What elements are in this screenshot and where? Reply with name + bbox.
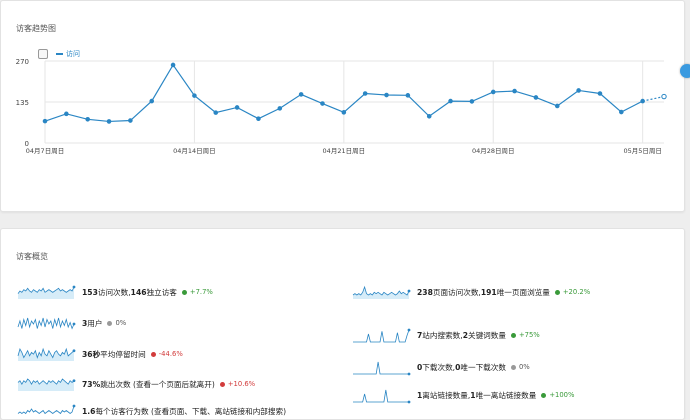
data-point[interactable]: [405, 93, 411, 98]
visitor-trend-chart[interactable]: 013527004月7日周日 04月14日周日 04月21日周日 04月28日周日 05…: [1, 1, 684, 211]
data-point[interactable]: [170, 62, 176, 68]
chart-grid: [44, 60, 664, 144]
metric-label-secondary: 唯一页面浏览量: [496, 287, 550, 297]
metric-label: 访问次数,: [97, 287, 131, 297]
side-tab-button[interactable]: [680, 64, 690, 78]
metric-label: 每个访客行为数 (查看页面、下载、离站链接和内部搜索): [95, 406, 287, 416]
overview-card-title: 访客概览: [16, 252, 48, 261]
data-point[interactable]: [597, 91, 603, 96]
trend-icon: [150, 351, 156, 357]
data-point[interactable]: [426, 113, 432, 119]
sparkline: [353, 328, 411, 343]
trend-icon: [554, 289, 560, 295]
metric-change: 0%: [518, 363, 530, 371]
sparkline: [352, 285, 411, 299]
data-point[interactable]: [554, 103, 560, 109]
data-point[interactable]: [85, 117, 90, 122]
data-point[interactable]: [512, 88, 517, 94]
data-point[interactable]: [277, 106, 283, 111]
metric-row[interactable]: 238 页面访问次数, 191 唯一页面浏览量 +20.2%: [351, 283, 590, 301]
metric-label: 页面访问次数,: [432, 287, 481, 297]
metric-label-secondary: 独立访客: [146, 287, 177, 297]
sparkline: [17, 317, 76, 330]
metric-row[interactable]: 73% 跳出次数 (查看一个页面后就离开) +10.6%: [16, 375, 255, 393]
sparkline: [353, 389, 411, 404]
trend-icon: [541, 392, 547, 398]
metric-label: 站内搜索数,: [422, 330, 463, 340]
data-point[interactable]: [256, 116, 261, 122]
metric-row[interactable]: 36秒 平均停留时间 -44.6%: [16, 345, 183, 363]
metric-value-secondary: 146: [130, 287, 147, 297]
data-point[interactable]: [640, 98, 645, 104]
metric-label: 下载次数,: [422, 362, 456, 372]
data-point[interactable]: [213, 110, 219, 115]
metric-label: 用户: [87, 318, 103, 328]
trend-icon: [181, 289, 187, 295]
data-point[interactable]: [192, 93, 197, 98]
metric-row[interactable]: 1 离站链接数量, 1 唯一离站链接数量 +100%: [351, 386, 574, 404]
data-point[interactable]: [448, 98, 453, 104]
trend-icon: [510, 332, 516, 338]
x-tick-label: 04月21日周日: [323, 147, 366, 155]
sparkline: [17, 404, 76, 415]
visitor-overview-card: 访客概览 153 访问次数, 146 独立访客 +7.7% 238 页面访问次数, …: [0, 228, 685, 420]
trend-icon: [107, 320, 113, 326]
x-tick-label: 04月14日周日: [173, 147, 216, 155]
data-point[interactable]: [64, 111, 69, 117]
visitor-trend-card: 访客趋势图 访问 0 135 270 04月7日周日 04月14日周日 04月21日周日 0…: [0, 0, 685, 212]
metric-value: 153: [82, 287, 98, 297]
metric-row[interactable]: 1.6 每个访客行为数 (查看页面、下载、离站链接和内部搜索): [16, 402, 286, 420]
data-point[interactable]: [298, 92, 304, 97]
metric-change: +100%: [549, 391, 575, 399]
metric-change: +75%: [518, 331, 540, 339]
sparkline: [17, 378, 76, 391]
metric-value: 1.6: [82, 406, 96, 416]
data-point[interactable]: [320, 101, 325, 106]
data-point[interactable]: [234, 105, 240, 110]
data-point[interactable]: [661, 93, 667, 100]
metric-change: 0%: [115, 319, 127, 327]
x-tick-label: 05月5日周日: [623, 147, 661, 155]
x-tick-label: 04月7日周日: [26, 147, 64, 155]
data-point[interactable]: [341, 110, 347, 115]
metric-change: +7.7%: [189, 288, 213, 296]
metric-label-secondary: 唯一离站链接数量: [475, 390, 537, 400]
data-point[interactable]: [576, 88, 581, 93]
data-point[interactable]: [106, 119, 112, 124]
metric-label-secondary: 关键词数量: [467, 330, 506, 340]
trend-icon: [510, 364, 516, 370]
data-point[interactable]: [533, 95, 539, 100]
data-point[interactable]: [362, 91, 368, 96]
y-tick-label: 135: [16, 99, 29, 107]
data-point[interactable]: [384, 92, 389, 98]
metric-row[interactable]: 153 访问次数, 146 独立访客 +7.7%: [16, 283, 213, 301]
sparkline: [17, 347, 76, 361]
metric-change: +10.6%: [227, 380, 256, 388]
x-tick-label: 04月28日周日: [472, 147, 515, 155]
y-tick-label: 270: [16, 58, 29, 66]
series-line-partial: [642, 95, 665, 102]
data-point[interactable]: [149, 98, 155, 104]
metric-row[interactable]: 7 站内搜索数, 2 关键词数量 +75%: [351, 326, 540, 344]
metric-label: 跳出次数 (查看一个页面后就离开): [100, 379, 215, 389]
sparkline: [353, 361, 411, 376]
metric-row[interactable]: 3 用户 0%: [16, 314, 126, 332]
metric-label: 离站链接数量,: [422, 390, 471, 400]
data-point[interactable]: [490, 89, 496, 95]
metric-change: -44.6%: [158, 350, 183, 358]
data-point[interactable]: [128, 118, 133, 123]
trend-icon: [219, 381, 225, 387]
data-point[interactable]: [469, 99, 475, 104]
metric-value-secondary: 191: [480, 287, 497, 297]
metric-value: 73%: [82, 379, 101, 389]
metric-change: +20.2%: [562, 288, 591, 296]
data-point[interactable]: [619, 109, 624, 115]
metric-row[interactable]: 0 下载次数, 0 唯一下载次数 0%: [351, 358, 530, 376]
metric-label: 平均停留时间: [100, 349, 146, 359]
sparkline: [17, 285, 76, 299]
metric-label-secondary: 唯一下载次数: [460, 362, 506, 372]
metric-value: 36秒: [82, 349, 101, 359]
data-point[interactable]: [42, 118, 48, 124]
metric-value: 238: [417, 287, 433, 297]
